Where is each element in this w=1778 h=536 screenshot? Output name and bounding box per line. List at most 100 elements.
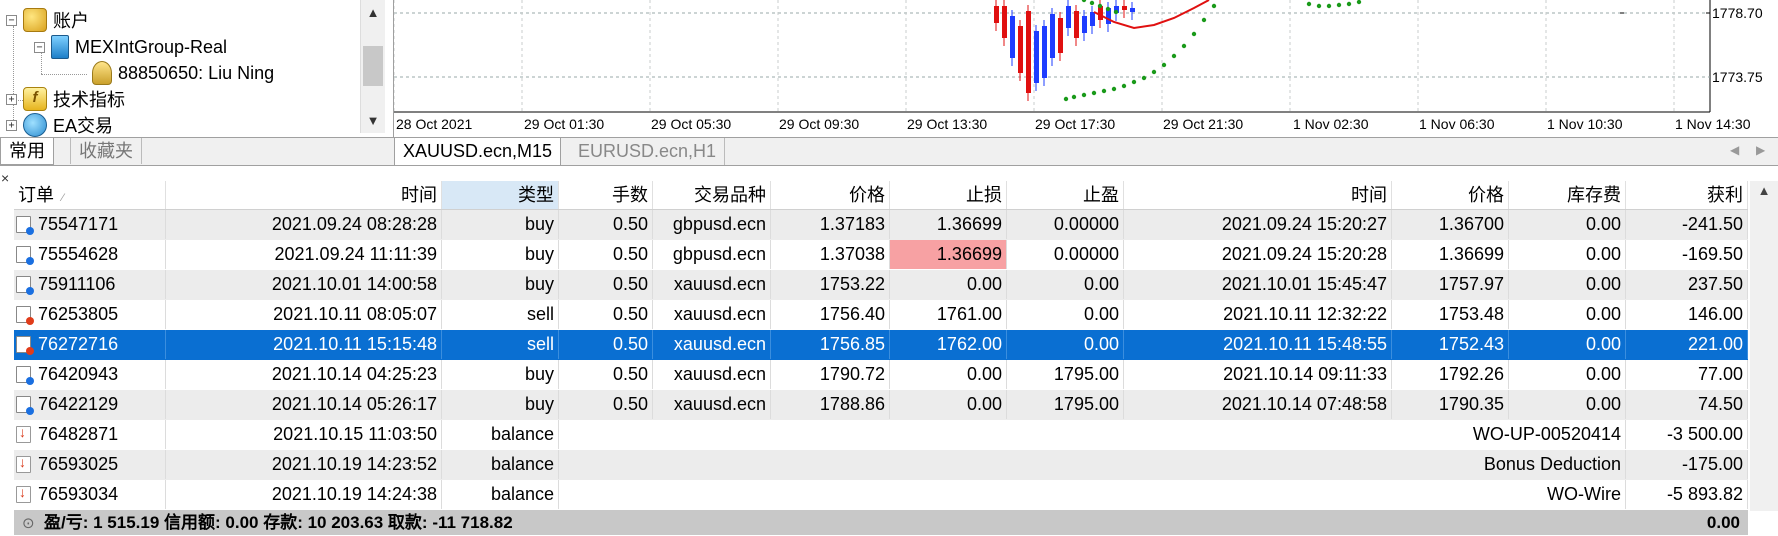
cell-order: 76482871 [14, 420, 166, 449]
navigator-panel: − 账户 − MEXIntGroup-Real 88850650: Liu Ni… [0, 0, 394, 137]
table-row[interactable]: 76593034 2021.10.19 14:24:38 balance WO-Wir… [14, 480, 1748, 510]
history-scrollbar[interactable]: ▲ [1750, 181, 1778, 511]
tab-eurusd-h1[interactable]: EURUSD.ecn,H1 [570, 138, 726, 165]
cell-take-profit: 0.00 [1007, 270, 1124, 299]
nav-item-indicators[interactable]: + f 技术指标 [6, 86, 125, 112]
cell-swap: 0.00 [1509, 300, 1626, 329]
time-axis-label: 1 Nov 14:30 [1675, 116, 1751, 132]
price-chart[interactable]: 1778.70 1773.75 28 Oct 2021 29 Oct 01:30… [394, 0, 1778, 137]
column-header-order[interactable]: 订单 ⁄ [14, 181, 166, 209]
table-row[interactable]: 75547171 2021.09.24 08:28:28 buy 0.50 gbpusd… [14, 210, 1748, 240]
column-header-open-price[interactable]: 价格 [771, 181, 890, 209]
time-axis-label: 1 Nov 06:30 [1419, 116, 1495, 132]
table-row[interactable]: 76593025 2021.10.19 14:23:52 balance Bonus … [14, 450, 1748, 480]
cell-lots: 0.50 [559, 300, 653, 329]
column-header-close-time[interactable]: 时间 [1124, 181, 1392, 209]
tab-scroll-left-icon[interactable]: ◀ [1730, 143, 1739, 157]
cell-open-time: 2021.10.14 04:25:23 [166, 360, 442, 389]
expand-icon[interactable]: + [6, 119, 17, 131]
scrollbar-thumb[interactable] [363, 46, 383, 86]
cell-close-price: 1752.43 [1392, 330, 1509, 359]
candle-body [1090, 12, 1095, 26]
table-row[interactable]: 76482871 2021.10.15 11:03:50 balance WO-UP-… [14, 420, 1748, 450]
table-row[interactable]: 75554628 2021.09.24 11:11:39 buy 0.50 gbpusd… [14, 240, 1748, 270]
column-header-open-time[interactable]: 时间 [166, 181, 442, 209]
candle-body [1026, 11, 1031, 93]
balance-operation-icon [16, 484, 31, 503]
column-header-swap[interactable]: 库存费 [1509, 181, 1626, 209]
cell-profit: -5 893.82 [1626, 480, 1748, 509]
candle-body [1130, 8, 1135, 12]
cell-stop-loss: 1.36699 [890, 210, 1007, 239]
cell-type: buy [442, 270, 559, 299]
nav-item-server[interactable]: − MEXIntGroup-Real [34, 34, 227, 60]
cell-close-price: 1.36700 [1392, 210, 1509, 239]
tab-scroll-right-icon[interactable]: ▶ [1756, 143, 1765, 157]
parabolic-sar-dot [1091, 90, 1097, 96]
column-header-take-profit[interactable]: 止盈 [1007, 181, 1124, 209]
collapse-icon[interactable]: − [6, 14, 17, 26]
time-axis-label: 29 Oct 09:30 [779, 116, 860, 132]
column-header-symbol[interactable]: 交易品种 [653, 181, 771, 209]
cell-close-time: 2021.10.01 15:45:47 [1124, 270, 1392, 299]
scroll-up-icon[interactable]: ▲ [361, 2, 385, 24]
cell-close-time: 2021.10.14 07:48:58 [1124, 390, 1392, 419]
navigator-scrollbar[interactable]: ▲ ▼ [360, 0, 385, 133]
table-row[interactable]: 76420943 2021.10.14 04:25:23 buy 0.50 xauusd… [14, 360, 1748, 390]
table-row[interactable]: 76253805 2021.10.11 08:05:07 sell 0.50 xauus… [14, 300, 1748, 330]
expand-icon[interactable]: + [6, 93, 17, 105]
cell-stop-loss: 1.36699 [890, 240, 1007, 269]
cell-swap: 0.00 [1509, 240, 1626, 269]
user-icon [92, 61, 112, 85]
parabolic-sar-dot [1097, 3, 1103, 9]
cell-close-price: 1792.26 [1392, 360, 1509, 389]
tab-xauusd-m15[interactable]: XAUUSD.ecn,M15 [394, 138, 562, 166]
cell-comment: WO-Wire [559, 480, 1626, 509]
time-axis-label: 1 Nov 10:30 [1547, 116, 1623, 132]
cell-open-time: 2021.10.01 14:00:58 [166, 270, 442, 299]
indicators-icon: f [23, 87, 47, 111]
nav-item-label: EA交易 [53, 116, 114, 136]
buy-order-icon [16, 276, 34, 295]
column-header-profit[interactable]: 获利 [1626, 181, 1748, 209]
sell-order-icon [16, 306, 34, 325]
column-header-close-price[interactable]: 价格 [1392, 181, 1509, 209]
cell-order: 76253805 [14, 300, 166, 329]
table-row[interactable]: 75911106 2021.10.01 14:00:58 buy 0.50 xauusd… [14, 270, 1748, 300]
column-header-lots[interactable]: 手数 [559, 181, 653, 209]
cell-open-price: 1756.85 [771, 330, 890, 359]
nav-item-account-user[interactable]: 88850650: Liu Ning [92, 60, 274, 86]
buy-order-icon [16, 216, 34, 235]
parabolic-sar-dot [1063, 96, 1069, 102]
column-header-type[interactable]: 类型 [442, 181, 559, 209]
cell-open-time: 2021.10.19 14:24:38 [166, 480, 442, 509]
cell-open-time: 2021.09.24 08:28:28 [166, 210, 442, 239]
nav-item-accounts[interactable]: − 账户 [6, 7, 89, 33]
column-header-stop-loss[interactable]: 止损 [890, 181, 1007, 209]
cell-swap: 0.00 [1509, 360, 1626, 389]
table-row[interactable]: 76422129 2021.10.14 05:26:17 buy 0.50 xauusd… [14, 390, 1748, 420]
close-icon[interactable]: × [1, 170, 9, 186]
tab-common[interactable]: 常用 [0, 138, 54, 165]
table-row[interactable]: 76272716 2021.10.11 15:15:48 sell 0.50 xauus… [14, 330, 1748, 360]
cell-profit: 77.00 [1626, 360, 1748, 389]
time-axis-label: 29 Oct 05:30 [651, 116, 732, 132]
cell-take-profit: 0.00000 [1007, 240, 1124, 269]
tab-favorites[interactable]: 收藏夹 [70, 138, 142, 164]
nav-item-expert-advisors[interactable]: + EA交易 [6, 112, 113, 137]
cell-type: sell [442, 300, 559, 329]
buy-dot-icon [26, 407, 34, 415]
terminal-panel: × 订单 ⁄ 时间 类型 手数 交易品种 价格 止损 止盈 时间 价格 库存费 获… [0, 165, 1778, 535]
buy-dot-icon [26, 227, 34, 235]
sell-dot-icon [26, 317, 34, 325]
candle-body [1074, 11, 1079, 38]
cell-open-price: 1.37183 [771, 210, 890, 239]
summary-text: 盈/亏: 1 515.19 信用额: 0.00 存款: 10 203.63 取款… [44, 513, 513, 532]
expert-advisor-icon [23, 113, 47, 137]
cell-lots: 0.50 [559, 390, 653, 419]
scroll-down-icon[interactable]: ▼ [361, 110, 385, 132]
scroll-up-icon[interactable]: ▲ [1750, 183, 1778, 198]
collapse-icon[interactable]: − [34, 41, 45, 53]
time-axis-label: 29 Oct 13:30 [907, 116, 988, 132]
time-axis-label: 1 Nov 02:30 [1293, 116, 1369, 132]
